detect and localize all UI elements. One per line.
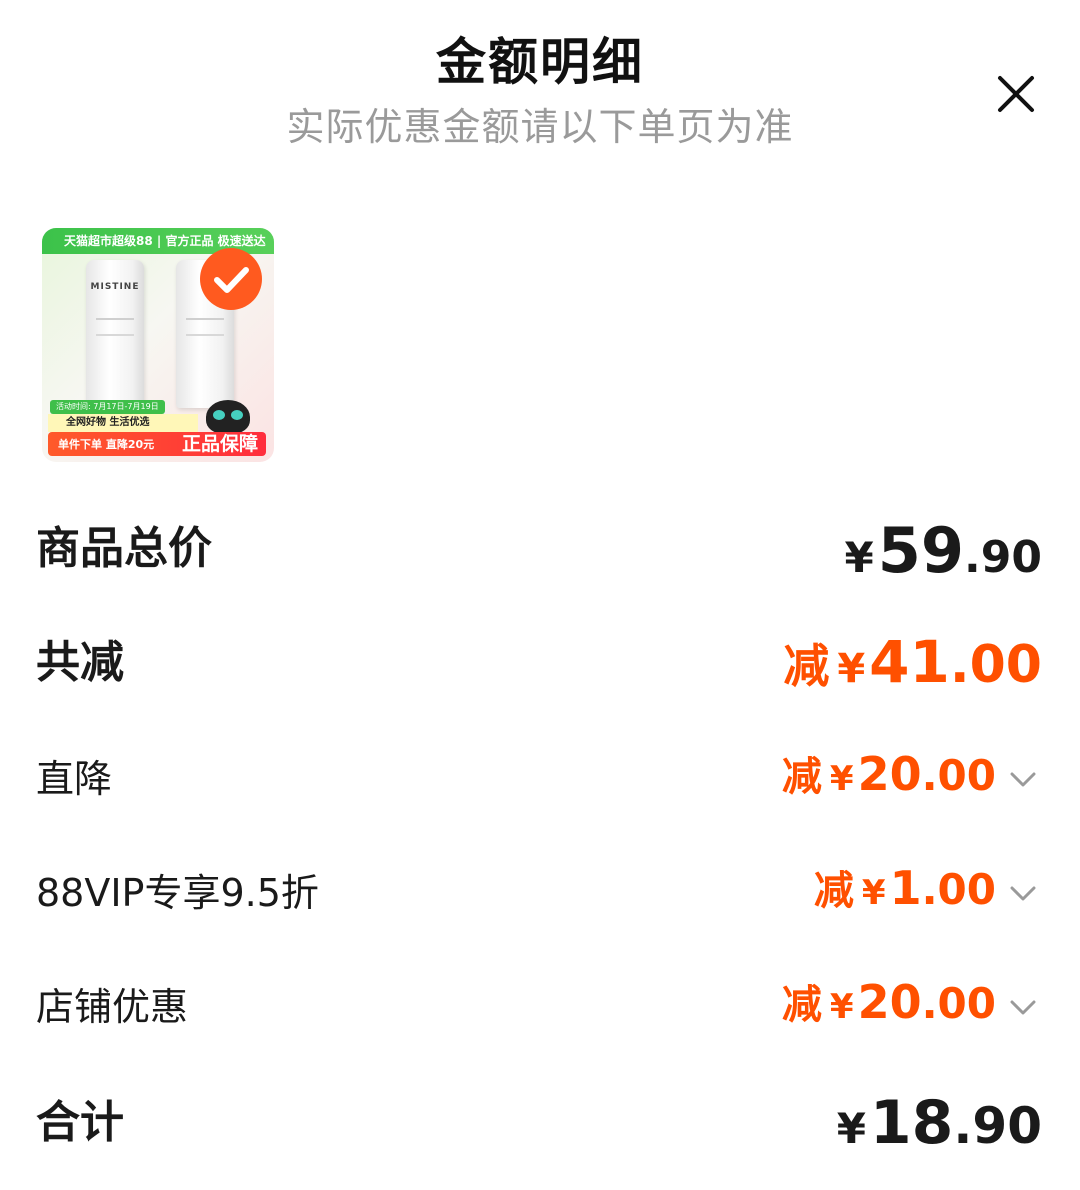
total-discount-label: 共减 — [36, 637, 124, 688]
amount-integer: 1 — [889, 861, 922, 915]
direct-discount-amount: 减 ¥ 20 .00 — [782, 744, 1042, 814]
direct-discount-label: 直降 — [36, 757, 113, 801]
total-price-amount: ¥ 59 .90 — [844, 514, 1042, 587]
amount-integer: 41 — [869, 628, 950, 696]
chevron-down-icon[interactable] — [1004, 878, 1042, 908]
row-direct-discount[interactable]: 直降 减 ¥ 20 .00 — [36, 744, 1042, 814]
activity-time: 活动时间: 7月17日-7月19日 — [50, 400, 165, 414]
row-vip-discount[interactable]: 88VIP专享9.5折 减 ¥ 1 .00 — [36, 858, 1042, 928]
guarantee-text: 正品保障 — [181, 433, 258, 455]
row-store-discount[interactable]: 店铺优惠 减 ¥ 20 .00 — [36, 972, 1042, 1042]
grand-total-label: 合计 — [36, 1097, 124, 1148]
amount-decimal: .00 — [921, 751, 996, 800]
close-button[interactable] — [992, 70, 1040, 118]
currency-symbol: ¥ — [844, 533, 874, 582]
grand-total-amount: ¥ 18 .90 — [837, 1088, 1042, 1158]
discount-prefix: 减 — [781, 982, 822, 1028]
discount-banner: 单件下单 直降20元 正品保障 — [48, 432, 266, 456]
vip-discount-amount: 减 ¥ 1 .00 — [814, 858, 1042, 928]
checkmark-icon — [214, 267, 249, 293]
amount-integer: 20 — [857, 975, 922, 1029]
discount-prefix: 减 — [781, 754, 822, 800]
product-brand: MISTINE — [90, 282, 140, 292]
chevron-down-icon[interactable] — [1004, 992, 1042, 1022]
total-price-label: 商品总价 — [36, 523, 212, 574]
currency-symbol: ¥ — [861, 873, 886, 913]
currency-symbol: ¥ — [837, 646, 866, 692]
currency-symbol: ¥ — [836, 1104, 866, 1153]
promo-band: 活动时间: 7月17日-7月19日 全网好物 生活优选 单件下单 直降20元 正… — [48, 400, 268, 458]
amount-decimal: .90 — [953, 1097, 1042, 1155]
store-discount-amount: 减 ¥ 20 .00 — [782, 972, 1042, 1042]
discount-prefix: 减 — [813, 868, 854, 914]
total-discount-amount: 减 ¥ 41 .00 — [783, 628, 1042, 698]
page-subtitle: 实际优惠金额请以下单页为准 — [286, 105, 794, 149]
promo-line: 全网好物 生活优选 — [48, 414, 198, 432]
amount-decimal: .00 — [921, 865, 996, 914]
amount-integer: 59 — [877, 514, 965, 587]
currency-symbol: ¥ — [829, 987, 854, 1027]
close-icon — [998, 76, 1034, 112]
currency-symbol: ¥ — [829, 759, 854, 799]
vip-discount-label: 88VIP专享9.5折 — [36, 871, 319, 915]
amount-decimal: .00 — [921, 979, 996, 1028]
amount-integer: 20 — [857, 747, 922, 801]
amount-decimal: .00 — [949, 635, 1042, 695]
row-grand-total: 合计 ¥ 18 .90 — [36, 1088, 1042, 1158]
amount-decimal: .90 — [964, 532, 1042, 583]
selected-badge — [200, 248, 262, 310]
discount-prefix: 减 — [783, 639, 830, 693]
chevron-down-icon[interactable] — [1004, 764, 1042, 794]
discount-text: 单件下单 直降20元 — [58, 438, 155, 451]
store-discount-label: 店铺优惠 — [36, 985, 189, 1029]
amount-integer: 18 — [869, 1088, 954, 1158]
page-title: 金额明细 — [436, 33, 644, 91]
row-total-price: 商品总价 ¥ 59 .90 — [36, 514, 1042, 587]
row-total-discount: 共减 减 ¥ 41 .00 — [36, 628, 1042, 698]
product-tube-left: MISTINE — [86, 260, 144, 408]
product-thumbnail[interactable]: 天猫超市超级88 | 官方正品 极速送达 MISTINE 活动时间: 7月17日… — [42, 228, 274, 462]
amount-detail-sheet: 金额明细 实际优惠金额请以下单页为准 天猫超市超级88 | 官方正品 极速送达 … — [0, 0, 1080, 1190]
